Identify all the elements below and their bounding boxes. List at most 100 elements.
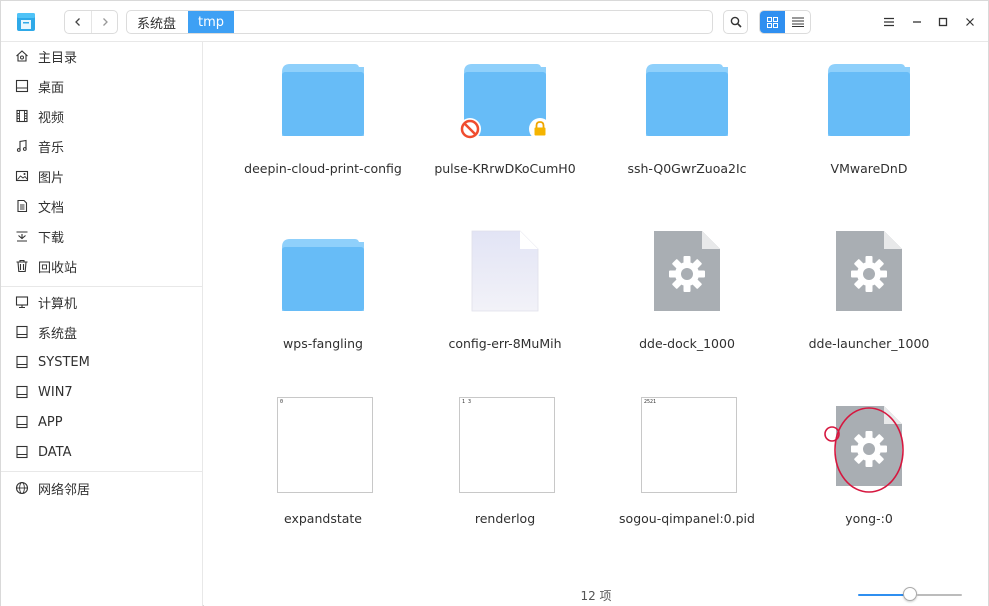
file-name: VMwareDnD xyxy=(830,161,908,176)
sidebar-item-system-disk[interactable]: 系统盘 xyxy=(1,318,202,346)
sidebar-item-documents[interactable]: 文档 xyxy=(1,192,202,220)
file-name: sogou-qimpanel:0.pid xyxy=(619,511,755,526)
file-name: yong-:0 xyxy=(845,511,893,526)
disk-icon xyxy=(14,384,30,400)
view-mode-switcher xyxy=(759,10,811,34)
file-item-text[interactable]: 2521 sogou-qimpanel:0.pid xyxy=(602,397,772,550)
list-view-button[interactable] xyxy=(785,11,810,33)
search-button[interactable] xyxy=(723,10,748,34)
text-preview: 1 3 xyxy=(462,399,472,405)
text-file-thumbnail: 1 3 xyxy=(420,397,590,510)
forward-button[interactable] xyxy=(91,11,117,33)
sidebar-item-label: APP xyxy=(38,414,63,430)
main-menu-button[interactable] xyxy=(879,12,899,32)
trash-icon xyxy=(14,258,30,274)
file-item-executable[interactable]: dde-dock_1000 xyxy=(602,225,772,375)
blank-file-icon xyxy=(420,225,590,335)
document-icon xyxy=(14,198,30,214)
file-item-text[interactable]: 0 expandstate xyxy=(238,397,408,550)
sidebar-item-label: 网络邻居 xyxy=(38,482,91,498)
sidebar-item-system[interactable]: SYSTEM xyxy=(1,348,202,376)
sidebar-item-downloads[interactable]: 下载 xyxy=(1,222,202,250)
sidebar-item-app[interactable]: APP xyxy=(1,408,202,436)
file-name: ssh-Q0GwrZuoa2Ic xyxy=(627,161,747,176)
file-name: pulse-KRrwDKoCumH0 xyxy=(434,161,576,176)
file-item-executable[interactable]: yong-:0 xyxy=(784,400,954,550)
sidebar-item-win7[interactable]: WIN7 xyxy=(1,378,202,406)
sidebar-item-label: 主目录 xyxy=(38,50,78,66)
sidebar-item-label: 文档 xyxy=(38,200,65,216)
sidebar-item-label: 计算机 xyxy=(38,296,78,312)
sidebar-item-label: WIN7 xyxy=(38,384,73,400)
annotation-circle xyxy=(824,407,904,493)
folder-icon xyxy=(784,50,954,160)
file-name: deepin-cloud-print-config xyxy=(244,161,402,176)
sidebar-item-pictures[interactable]: 图片 xyxy=(1,162,202,190)
file-item-text[interactable]: 1 3 renderlog xyxy=(420,397,590,550)
file-manager-window: 系统盘 tmp 主目录 桌面 视频 音乐 图片 文档 下载 回收站 计算机 系统… xyxy=(0,0,989,606)
file-item-folder[interactable]: VMwareDnD xyxy=(784,50,954,200)
file-item-folder[interactable]: pulse-KRrwDKoCumH0 xyxy=(420,50,590,200)
address-bar[interactable]: 系统盘 tmp xyxy=(126,10,713,34)
sidebar-divider xyxy=(1,471,202,472)
lock-icon xyxy=(529,118,551,140)
sidebar-item-home[interactable]: 主目录 xyxy=(1,42,202,70)
sidebar-item-videos[interactable]: 视频 xyxy=(1,102,202,130)
sidebar-item-desktop[interactable]: 桌面 xyxy=(1,72,202,100)
search-icon xyxy=(730,16,742,28)
file-item-folder[interactable]: ssh-Q0GwrZuoa2Ic xyxy=(602,50,772,200)
text-file-thumbnail: 0 xyxy=(238,397,408,510)
network-icon xyxy=(14,480,30,496)
grid-view-icon xyxy=(767,16,778,28)
text-preview: 2521 xyxy=(644,399,657,405)
video-icon xyxy=(14,108,30,124)
sidebar-item-label: 音乐 xyxy=(38,140,65,156)
desktop-icon xyxy=(14,78,30,94)
minimize-button[interactable] xyxy=(907,12,927,32)
chevron-right-icon xyxy=(102,18,108,26)
sidebar-item-label: 图片 xyxy=(38,170,65,186)
home-icon xyxy=(14,48,30,64)
breadcrumb-item[interactable]: 系统盘 xyxy=(127,11,186,33)
sidebar-item-label: 系统盘 xyxy=(38,326,78,342)
zoom-slider-handle[interactable] xyxy=(903,587,917,601)
disk-icon xyxy=(14,324,30,340)
file-name: config-err-8MuMih xyxy=(448,336,562,351)
download-icon xyxy=(14,228,30,244)
file-item-folder[interactable]: deepin-cloud-print-config xyxy=(238,50,408,200)
titlebar: 系统盘 tmp xyxy=(1,1,988,42)
file-item-blank[interactable]: config-err-8MuMih xyxy=(420,225,590,375)
maximize-button[interactable] xyxy=(933,12,953,32)
disk-icon xyxy=(14,444,30,460)
sidebar-item-label: SYSTEM xyxy=(38,354,90,370)
gear-file-icon xyxy=(602,225,772,335)
disk-icon xyxy=(14,354,30,370)
chevron-left-icon xyxy=(75,18,80,26)
zoom-slider[interactable] xyxy=(858,587,962,601)
folder-icon xyxy=(238,225,408,335)
text-file-preview: 2521 xyxy=(641,397,737,493)
back-button[interactable] xyxy=(65,11,91,33)
minimize-icon xyxy=(913,21,921,23)
close-icon xyxy=(966,18,974,26)
computer-icon xyxy=(14,294,30,310)
file-manager-icon[interactable] xyxy=(15,11,37,33)
close-button[interactable] xyxy=(960,12,980,32)
sidebar-item-music[interactable]: 音乐 xyxy=(1,132,202,160)
sidebar-item-label: 回收站 xyxy=(38,260,78,276)
list-view-icon xyxy=(791,17,804,27)
sidebar-item-trash[interactable]: 回收站 xyxy=(1,252,202,280)
file-item-executable[interactable]: dde-launcher_1000 xyxy=(784,225,954,375)
disk-icon xyxy=(14,414,30,430)
sidebar-item-network[interactable]: 网络邻居 xyxy=(1,474,202,502)
text-preview: 0 xyxy=(280,399,284,405)
text-file-preview: 0 xyxy=(277,397,373,493)
picture-icon xyxy=(14,168,30,184)
grid-view-button[interactable] xyxy=(760,11,785,33)
sidebar-item-computer[interactable]: 计算机 xyxy=(1,288,202,316)
sidebar-item-data[interactable]: DATA xyxy=(1,438,202,466)
folder-icon xyxy=(420,50,590,160)
file-item-folder[interactable]: wps-fangling xyxy=(238,225,408,375)
music-icon xyxy=(14,138,30,154)
breadcrumb-item-current[interactable]: tmp xyxy=(188,11,235,33)
